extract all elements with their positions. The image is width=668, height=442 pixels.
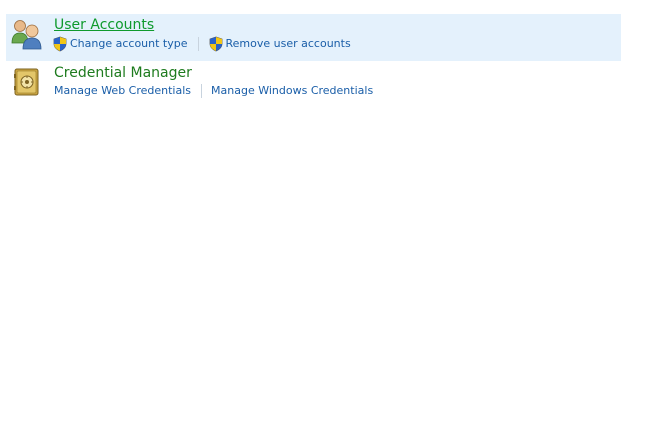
category-user-accounts[interactable]: User Accounts Change account type Remove… xyxy=(6,14,621,61)
control-panel-content: User Accounts Change account type Remove… xyxy=(0,0,668,442)
credential-manager-title[interactable]: Credential Manager xyxy=(54,64,192,82)
change-account-type-label: Change account type xyxy=(70,37,188,50)
uac-shield-icon xyxy=(53,36,67,52)
remove-user-accounts-label: Remove user accounts xyxy=(225,37,351,50)
credential-manager-icon xyxy=(14,68,39,96)
credential-manager-links: Manage Web Credentials Manage Windows Cr… xyxy=(52,83,373,99)
remove-user-accounts-link[interactable]: Remove user accounts xyxy=(208,36,351,52)
user-accounts-title[interactable]: User Accounts xyxy=(54,16,154,34)
manage-web-credentials-link[interactable]: Manage Web Credentials xyxy=(54,83,191,99)
uac-shield-icon xyxy=(209,36,222,52)
change-account-type-link[interactable]: Change account type xyxy=(52,36,188,52)
manage-windows-credentials-link[interactable]: Manage Windows Credentials xyxy=(211,83,373,99)
link-separator xyxy=(197,37,199,51)
link-separator xyxy=(201,84,203,98)
user-accounts-icon xyxy=(11,20,42,50)
category-credential-manager[interactable]: Credential Manager Manage Web Credential… xyxy=(6,62,621,100)
user-accounts-links: Change account type Remove user accounts xyxy=(52,36,351,52)
